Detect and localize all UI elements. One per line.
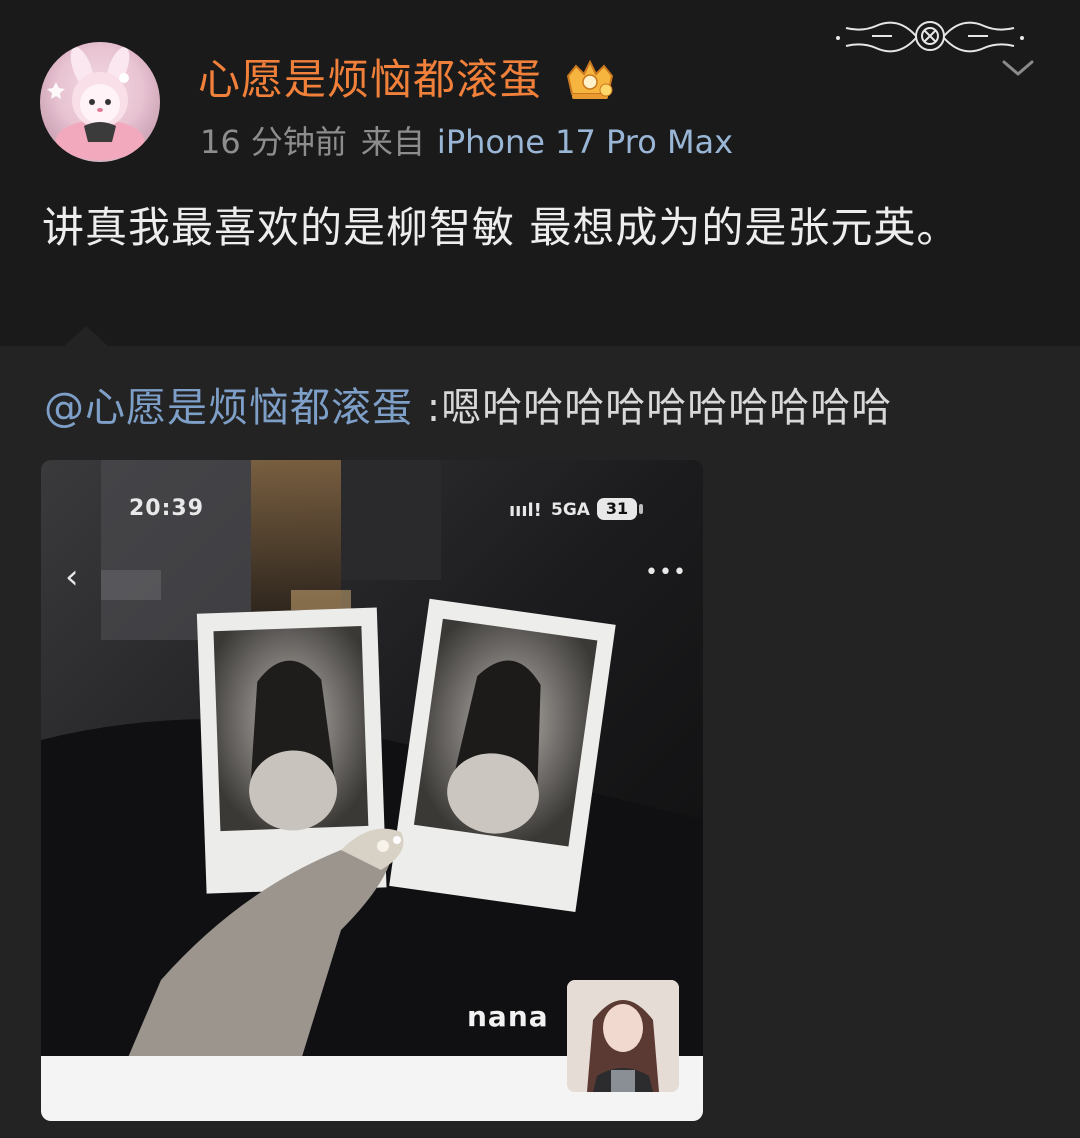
image-caption: nana xyxy=(467,1000,549,1033)
repost-content: :嗯哈哈哈哈哈哈哈哈哈哈 xyxy=(413,385,893,431)
chevron-down-icon[interactable] xyxy=(1000,56,1036,80)
post-time: 16 分钟前 xyxy=(200,123,347,161)
device-name[interactable]: iPhone 17 Pro Max xyxy=(437,123,733,161)
post-meta: 16 分钟前 来自 iPhone 17 Pro Max xyxy=(200,120,733,164)
battery-tip xyxy=(639,504,643,514)
network-label: 5GA xyxy=(551,500,590,520)
back-arrow-icon: ‹ xyxy=(65,557,79,597)
user-avatar[interactable] xyxy=(40,42,160,162)
ornament-decoration xyxy=(836,21,1024,53)
repost-line: @心愿是烦恼都滚蛋 :嗯哈哈哈哈哈哈哈哈哈哈 xyxy=(44,380,892,436)
post-content: 讲真我最喜欢的是柳智敏 最想成为的是张元英。 xyxy=(42,203,960,252)
author-name[interactable]: 心愿是烦恼都滚蛋 xyxy=(198,52,542,108)
from-label: 来自 xyxy=(360,123,425,161)
repost-pointer xyxy=(64,326,108,346)
vip-crown-icon[interactable] xyxy=(562,58,618,102)
avatar-image xyxy=(47,47,144,160)
battery-icon: 31 xyxy=(597,498,637,520)
weibo-post-page: 心愿是烦恼都滚蛋 16 分钟前 来自 iPhone 17 Pro Max 讲真我最喜… xyxy=(0,0,1080,1138)
signal-icon: ıııl! xyxy=(509,500,542,521)
thumbnail-portrait xyxy=(567,980,679,1092)
profile-thumbnail xyxy=(567,980,679,1092)
more-dots-icon: ••• xyxy=(645,560,687,585)
mention-link[interactable]: @心愿是烦恼都滚蛋 xyxy=(44,385,413,431)
status-time: 20:39 xyxy=(129,496,205,521)
post-image[interactable]: 20:39 ıııl! 5GA 31 ‹ ••• nana xyxy=(41,460,703,1121)
